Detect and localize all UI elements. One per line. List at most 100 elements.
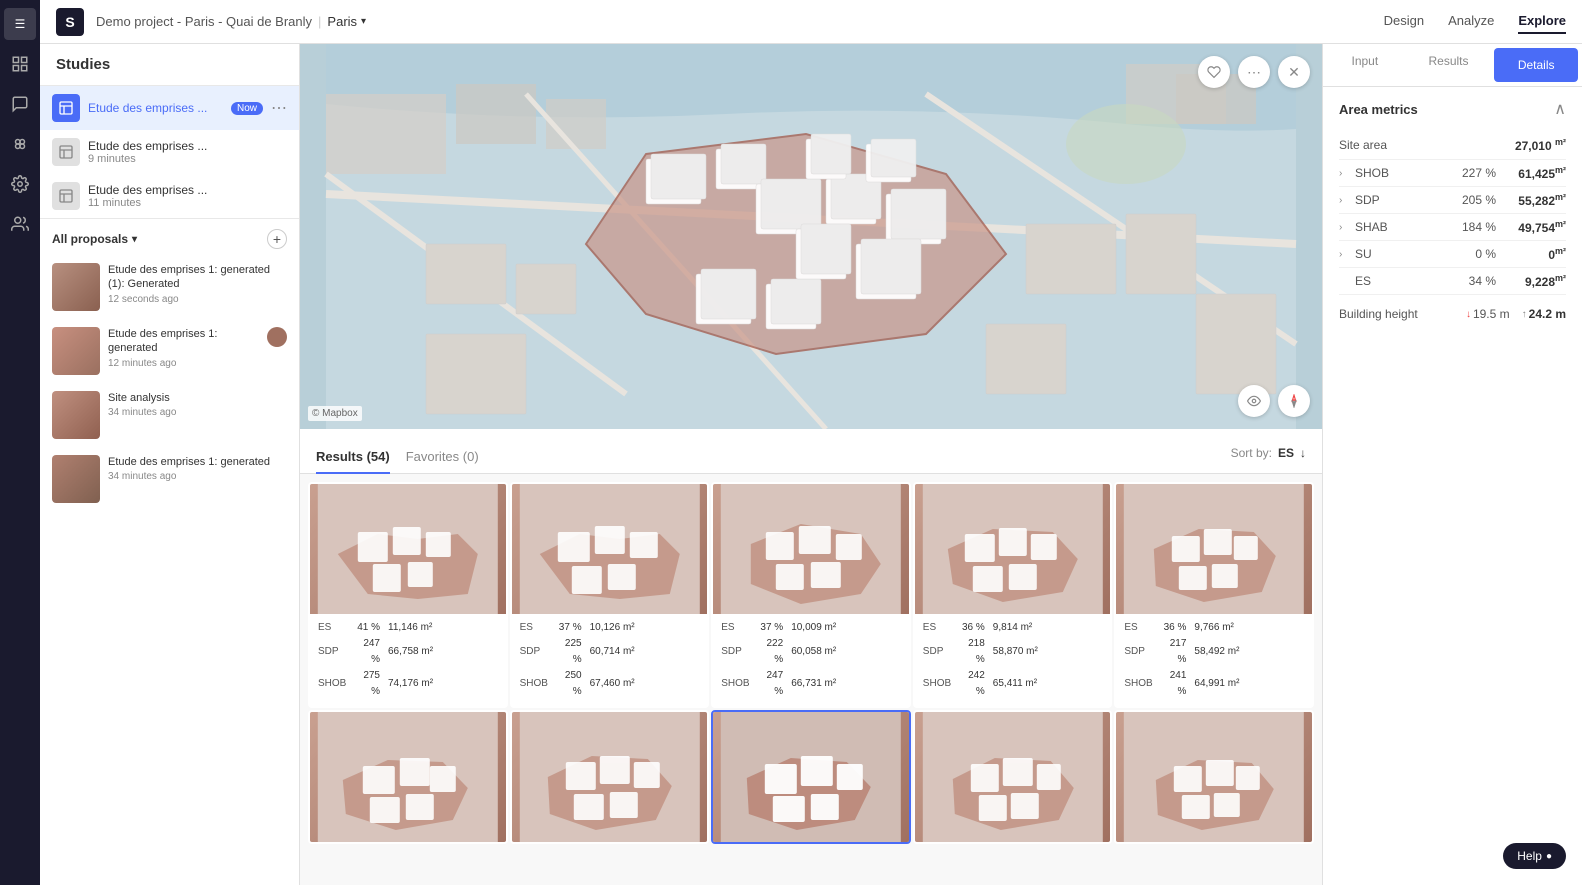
map-more-button[interactable]: ⋯ <box>1238 56 1270 88</box>
results-sort: Sort by: ES ↓ <box>1231 446 1306 468</box>
map-close-button[interactable]: ✕ <box>1278 56 1310 88</box>
area-metrics-header: Area metrics ∧ <box>1339 99 1566 119</box>
metric-shob-val: 61,425m² <box>1496 165 1566 181</box>
metric-es-spacer: › <box>1339 276 1355 287</box>
results-area: Results (54) Favorites (0) Sort by: ES ↓ <box>300 429 1322 885</box>
proposal-name-2: Etude des emprises 1: generated <box>108 327 259 356</box>
proposals-add-button[interactable]: + <box>267 229 287 249</box>
apps-icon[interactable] <box>4 128 36 160</box>
proposal-name-3: Site analysis <box>108 391 287 405</box>
map-container[interactable]: ⋯ ✕ © Mapbox <box>300 44 1322 429</box>
results-tab-favorites[interactable]: Favorites (0) <box>406 441 479 474</box>
result-card-img-9 <box>915 712 1111 842</box>
nav-design[interactable]: Design <box>1384 9 1424 34</box>
studies-title: Studies <box>40 44 299 86</box>
proposal-time-1: 12 seconds ago <box>108 294 287 305</box>
proposal-item-3[interactable]: Site analysis 34 minutes ago <box>40 383 299 447</box>
result-card-img-8 <box>713 712 909 842</box>
menu-icon[interactable]: ☰ <box>4 8 36 40</box>
result-card-8[interactable] <box>711 710 911 844</box>
result-card-img-10 <box>1116 712 1312 842</box>
nav-analyze[interactable]: Analyze <box>1448 9 1494 34</box>
proposal-thumb-2 <box>52 327 100 375</box>
users-icon[interactable] <box>4 208 36 240</box>
building-height-row: Building height ↓ 19.5 m ↑ 24.2 m <box>1339 299 1566 329</box>
results-sort-value[interactable]: ES <box>1278 446 1294 460</box>
area-metrics-collapse-button[interactable]: ∧ <box>1554 99 1566 119</box>
result-card-9[interactable] <box>913 710 1113 844</box>
proposal-item-1[interactable]: Etude des emprises 1: generated (1): Gen… <box>40 255 299 319</box>
metric-su-chevron[interactable]: › <box>1339 249 1355 260</box>
study-dots-active[interactable]: ⋯ <box>271 98 287 118</box>
metric-es-pct: 34 % <box>1456 274 1496 288</box>
result-card-img-2 <box>512 484 708 614</box>
result-card-3[interactable]: ES37 %10,009 m² SDP222 %60,058 m² SHOB24… <box>711 482 911 708</box>
studies-panel: Studies Etude des emprises ... Now ⋯ <box>40 44 300 885</box>
proposal-item-4[interactable]: Etude des emprises 1: generated 34 minut… <box>40 447 299 511</box>
layers-icon[interactable] <box>4 48 36 80</box>
tab-results[interactable]: Results <box>1407 44 1491 86</box>
study-name-active: Etude des emprises ... <box>88 101 223 115</box>
metric-shab-val: 49,754m² <box>1496 219 1566 235</box>
proposal-avatar-2 <box>267 327 287 347</box>
result-card-2[interactable]: ES37 %10,126 m² SDP225 %60,714 m² SHOB25… <box>510 482 710 708</box>
proposal-info-2: Etude des emprises 1: generated 12 minut… <box>108 327 259 369</box>
map-compass[interactable] <box>1278 385 1310 417</box>
result-card-6[interactable] <box>308 710 508 844</box>
proposal-time-4: 34 minutes ago <box>108 471 287 482</box>
metric-sdp-pct: 205 % <box>1456 193 1496 207</box>
breadcrumb-city[interactable]: Paris ▾ <box>327 14 366 29</box>
map-eye-button[interactable] <box>1238 385 1270 417</box>
study-name-3: Etude des emprises ... <box>88 183 287 197</box>
left-sidebar: ☰ <box>0 0 40 885</box>
study-info-3: Etude des emprises ... 11 minutes <box>88 183 287 209</box>
tab-details[interactable]: Details <box>1494 48 1578 82</box>
study-icon-2 <box>52 138 80 166</box>
chat-icon[interactable] <box>4 88 36 120</box>
site-area-row: Site area 27,010 m² <box>1339 131 1566 160</box>
metric-sdp-label: SDP <box>1355 193 1456 207</box>
building-height-max: ↑ 24.2 m <box>1522 307 1566 321</box>
result-card-10[interactable] <box>1114 710 1314 844</box>
area-metrics-title: Area metrics <box>1339 102 1418 117</box>
metric-shob-chevron[interactable]: › <box>1339 168 1355 179</box>
result-card-metrics-4: ES36 %9,814 m² SDP218 %58,870 m² SHOB242… <box>915 614 1111 706</box>
proposal-item-2[interactable]: Etude des emprises 1: generated 12 minut… <box>40 319 299 383</box>
result-card-4[interactable]: ES36 %9,814 m² SDP218 %58,870 m² SHOB242… <box>913 482 1113 708</box>
proposal-name-4: Etude des emprises 1: generated <box>108 455 287 469</box>
proposal-info-4: Etude des emprises 1: generated 34 minut… <box>108 455 287 482</box>
results-tab-results[interactable]: Results (54) <box>316 441 390 474</box>
app-logo: S <box>56 8 84 36</box>
study-time-3: 11 minutes <box>88 197 287 209</box>
study-item-3[interactable]: Etude des emprises ... 11 minutes <box>40 174 299 218</box>
metric-shob-pct: 227 % <box>1456 166 1496 180</box>
metric-shob-row: › SHOB 227 % 61,425m² <box>1339 160 1566 187</box>
study-item-active[interactable]: Etude des emprises ... Now ⋯ <box>40 86 299 130</box>
tab-input[interactable]: Input <box>1323 44 1407 86</box>
proposal-time-2: 12 minutes ago <box>108 358 259 369</box>
metric-es-label: ES <box>1355 274 1456 288</box>
result-card-7[interactable] <box>510 710 710 844</box>
results-grid: ES41 %11,146 m² SDP247 %66,758 m² SHOB27… <box>300 474 1322 852</box>
result-card-5[interactable]: ES36 %9,766 m² SDP217 %58,492 m² SHOB241… <box>1114 482 1314 708</box>
proposals-title[interactable]: All proposals ▾ <box>52 232 137 246</box>
map-controls: ⋯ ✕ <box>1198 56 1310 88</box>
proposal-thumb-3 <box>52 391 100 439</box>
results-sort-label: Sort by: <box>1231 446 1272 460</box>
site-area-label: Site area <box>1339 138 1387 152</box>
nav-explore[interactable]: Explore <box>1518 9 1566 34</box>
breadcrumb: Demo project - Paris - Quai de Branly | … <box>96 14 366 29</box>
metric-shab-chevron[interactable]: › <box>1339 222 1355 233</box>
result-card-1[interactable]: ES41 %11,146 m² SDP247 %66,758 m² SHOB27… <box>308 482 508 708</box>
map-favorite-button[interactable] <box>1198 56 1230 88</box>
study-item-2[interactable]: Etude des emprises ... 9 minutes <box>40 130 299 174</box>
metric-sdp-chevron[interactable]: › <box>1339 195 1355 206</box>
metric-es-row: › ES 34 % 9,228m² <box>1339 268 1566 295</box>
help-button[interactable]: Help ● <box>1503 843 1566 869</box>
metric-sdp-row: › SDP 205 % 55,282m² <box>1339 187 1566 214</box>
right-panel: Input Results Details Area metrics ∧ Sit… <box>1322 44 1582 885</box>
metric-shab-pct: 184 % <box>1456 220 1496 234</box>
settings-icon[interactable] <box>4 168 36 200</box>
breadcrumb-sep: | <box>318 14 321 29</box>
results-sort-icon[interactable]: ↓ <box>1300 446 1306 460</box>
